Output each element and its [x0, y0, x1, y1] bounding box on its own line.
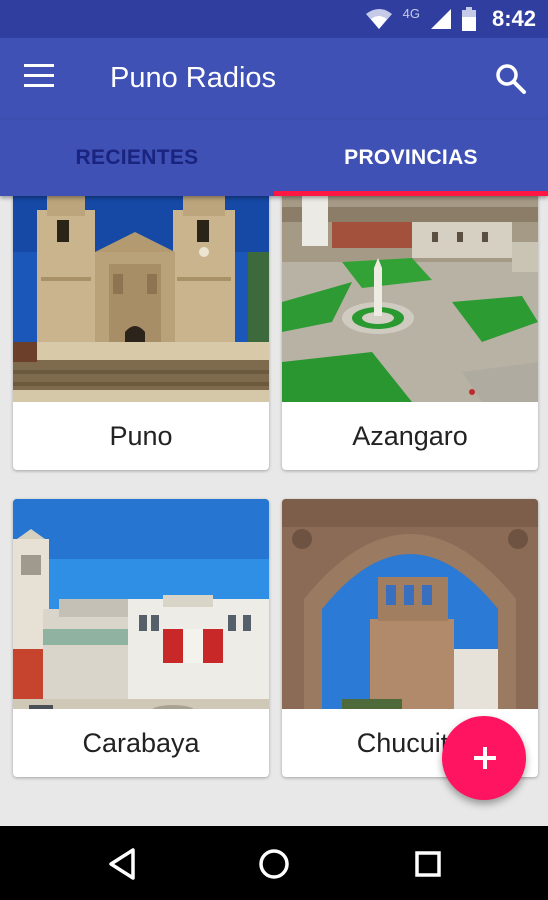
- azangaro-plaza-image: [282, 196, 538, 402]
- province-card-azangaro[interactable]: Azangaro: [282, 196, 538, 470]
- home-circle-icon[interactable]: [254, 844, 294, 884]
- chucuito-arch-image: [282, 499, 538, 709]
- puno-cathedral-image: [13, 196, 269, 402]
- network-type-label: 4G: [402, 5, 420, 21]
- province-card-carabaya[interactable]: Carabaya: [13, 499, 269, 777]
- province-name: Puno: [109, 420, 173, 451]
- status-icons: 4G 8:42: [365, 0, 536, 38]
- recents-square-icon[interactable]: [408, 844, 448, 884]
- signal-icon: [430, 9, 451, 29]
- back-triangle-icon[interactable]: [103, 844, 143, 884]
- province-name: Carabaya: [82, 727, 200, 758]
- tab-provincias[interactable]: PROVINCIAS: [274, 120, 548, 196]
- tab-recientes[interactable]: RECIENTES: [0, 120, 274, 196]
- clock: 8:42: [491, 6, 536, 31]
- search-icon[interactable]: [494, 62, 528, 96]
- system-nav-bar: [0, 826, 548, 900]
- tab-bar: RECIENTES PROVINCIAS: [0, 120, 548, 196]
- province-card-puno[interactable]: Puno: [13, 196, 269, 470]
- status-bar: 4G 8:42: [0, 0, 548, 38]
- menu-icon[interactable]: [24, 64, 64, 96]
- province-name: Azangaro: [352, 420, 468, 451]
- wifi-icon: [365, 9, 392, 29]
- add-radio-fab[interactable]: [442, 716, 526, 800]
- app-title: Puno Radios: [110, 62, 277, 94]
- app-bar: Puno Radios: [0, 38, 548, 120]
- battery-icon: [461, 7, 476, 31]
- carabaya-plaza-image: [13, 499, 269, 709]
